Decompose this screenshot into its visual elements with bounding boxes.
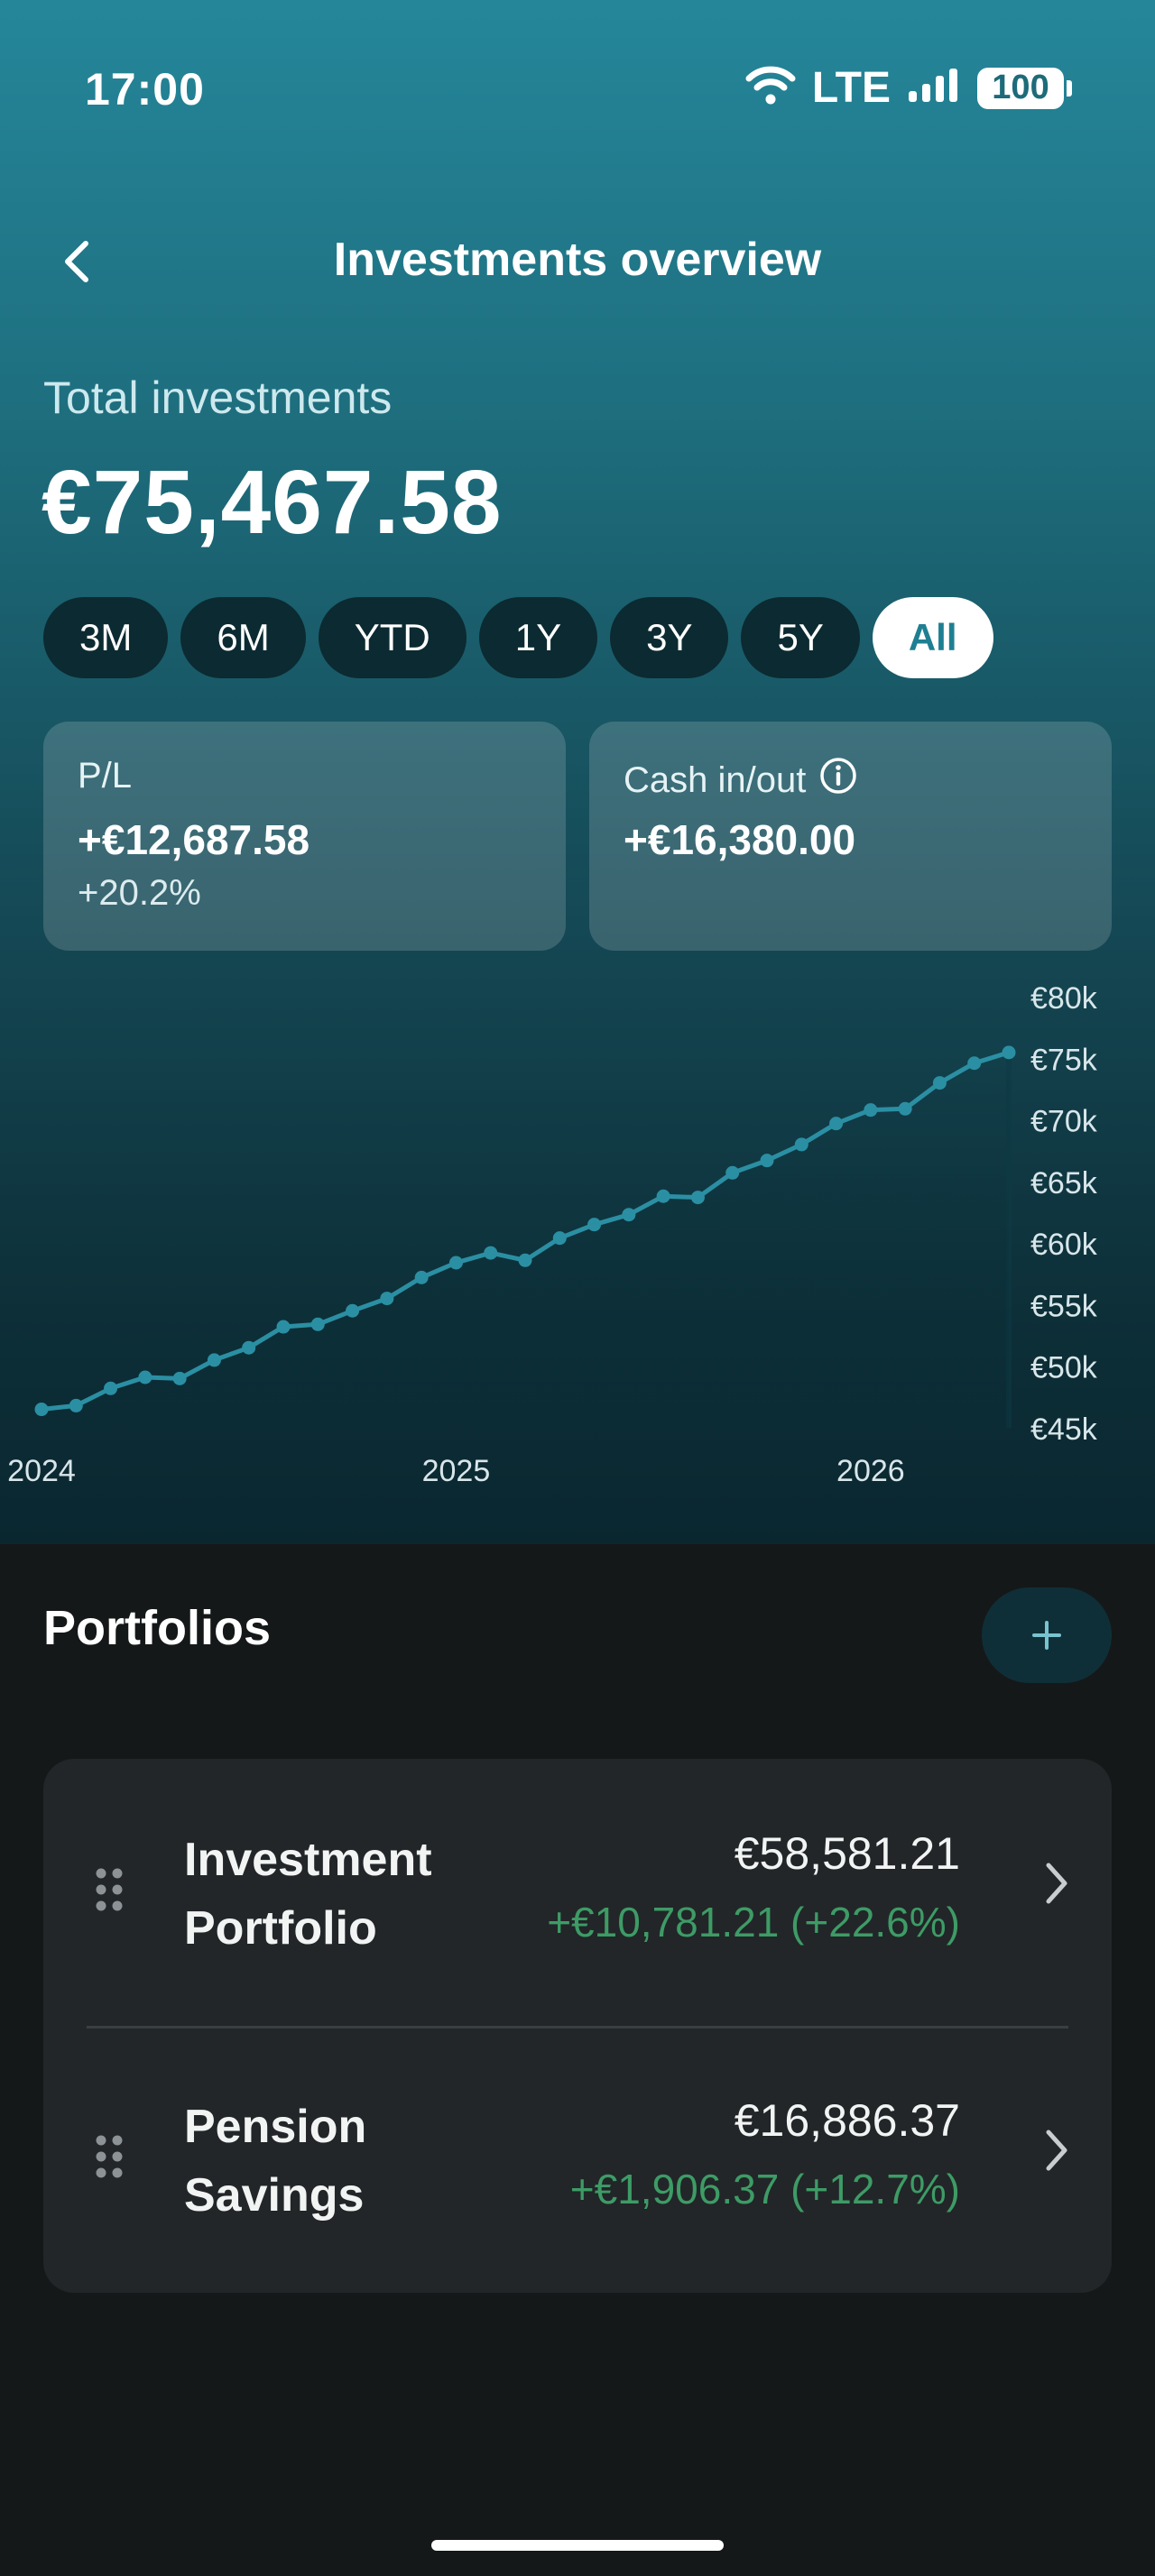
chart-y-tick: €70k [1030,1105,1098,1139]
signal-icon [907,68,961,108]
chart-point [587,1218,602,1232]
portfolio-list: Investment Portfolio €58,581.21 +€10,781… [43,1759,1112,2293]
range-button-ytd[interactable]: YTD [318,597,467,678]
chart-point [310,1317,325,1331]
chart-point [725,1165,740,1180]
total-label: Total investments [43,373,393,423]
chevron-right-icon [1040,1858,1072,1913]
chart-point [276,1320,291,1334]
chart-point [898,1101,912,1116]
portfolio-gain: +€1,906.37 (+12.7%) [569,2166,960,2213]
hero-section: 17:00 LTE 100 Investments overview Total… [0,0,1155,1544]
chart-point [207,1353,221,1367]
home-indicator[interactable] [431,2540,724,2551]
portfolio-row-investment[interactable]: Investment Portfolio €58,581.21 +€10,781… [43,1759,1112,2029]
chart-point [414,1270,429,1284]
drag-handle-icon[interactable] [94,1867,125,1917]
chart-point [656,1189,670,1203]
chart-point [622,1208,636,1222]
chart-x-tick: 2025 [422,1454,491,1488]
portfolio-name: Pension Savings [184,2093,366,2230]
pl-value: +€12,687.58 [78,816,310,863]
stat-cards: P/L +€12,687.58 +20.2% Cash in/out +€16,… [43,722,1112,951]
top-bar: Investments overview [0,216,1155,307]
chart-point [172,1371,187,1385]
status-icons: LTE 100 [745,63,1072,113]
chart-y-tick: €80k [1030,981,1098,1016]
portfolio-amount: €16,886.37 [734,2095,960,2146]
battery-nub [1067,79,1072,97]
chart-point [518,1253,532,1267]
status-bar: 17:00 LTE 100 [0,54,1155,126]
chart-y-tick: €45k [1030,1412,1098,1447]
chart-y-tick: €65k [1030,1166,1098,1201]
pl-percent: +20.2% [78,873,201,913]
range-selector: 3M 6M YTD 1Y 3Y 5Y All [43,597,993,678]
wifi-icon [745,66,796,110]
chart-point [34,1403,49,1417]
chart-point [138,1370,152,1385]
range-button-1y[interactable]: 1Y [478,597,598,678]
pl-label: P/L [78,756,133,796]
portfolios-title: Portfolios [43,1601,271,1655]
range-button-5y[interactable]: 5Y [741,597,860,678]
range-button-3m[interactable]: 3M [43,597,169,678]
chart-y-tick: €60k [1030,1228,1098,1262]
chart-point [380,1292,394,1306]
range-button-3y[interactable]: 3Y [610,597,729,678]
investment-chart[interactable]: €80k €75k €70k €65k €60k €55k €50k €45k 2024 2025… [0,974,1155,1515]
chart-point [864,1103,878,1118]
network-type: LTE [811,64,891,112]
battery-icon: 100 [977,67,1072,109]
add-portfolio-button[interactable] [982,1587,1112,1683]
chart-y-tick: €75k [1030,1043,1098,1077]
chart-point [690,1191,705,1205]
info-icon[interactable] [818,756,858,805]
chart-point [484,1246,498,1260]
chart-point [1002,1045,1016,1060]
cash-value: +€16,380.00 [624,816,856,863]
chart-point [104,1381,118,1395]
cash-label: Cash in/out [624,759,807,800]
page-title: Investments overview [333,234,822,286]
chart-y-tick: €50k [1030,1351,1098,1385]
total-value: €75,467.58 [42,452,503,553]
cash-card: Cash in/out +€16,380.00 [589,722,1112,951]
chart-point [346,1303,360,1318]
chart-point [242,1340,256,1355]
plus-icon [1032,1621,1061,1650]
portfolio-name-line2: Savings [184,2169,365,2222]
chart-x-tick: 2024 [7,1454,76,1488]
chart-point [932,1076,947,1090]
portfolio-row-pension[interactable]: Pension Savings €16,886.37 +€1,906.37 (+… [43,2026,1112,2293]
chart-point [794,1137,808,1152]
portfolio-gain: +€10,781.21 (+22.6%) [547,1899,960,1946]
chart-point [552,1231,567,1246]
portfolio-name-line2: Portfolio [184,1902,377,1955]
status-time: 17:00 [85,64,205,115]
cash-label-row: Cash in/out [624,756,858,805]
chart-point [448,1256,463,1270]
chart-point [967,1056,982,1071]
chart-point [760,1154,774,1168]
pl-card: P/L +€12,687.58 +20.2% [43,722,566,951]
portfolio-name-line1: Pension [184,2101,367,2153]
range-button-6m[interactable]: 6M [180,597,306,678]
range-button-all[interactable]: All [872,597,993,678]
chart-point [69,1398,83,1412]
portfolio-amount: €58,581.21 [734,1828,960,1879]
battery-level: 100 [977,67,1064,109]
chart-x-tick: 2026 [836,1454,905,1488]
chart-y-tick: €55k [1030,1289,1098,1323]
portfolio-name: Investment Portfolio [184,1826,432,1963]
chevron-right-icon [1040,2125,1072,2180]
portfolio-name-line1: Investment [184,1834,432,1886]
app: 17:00 LTE 100 Investments overview Total… [0,0,1155,2576]
chart-area [42,1052,1009,1428]
drag-handle-icon[interactable] [94,2134,125,2184]
chart-point [829,1117,844,1131]
